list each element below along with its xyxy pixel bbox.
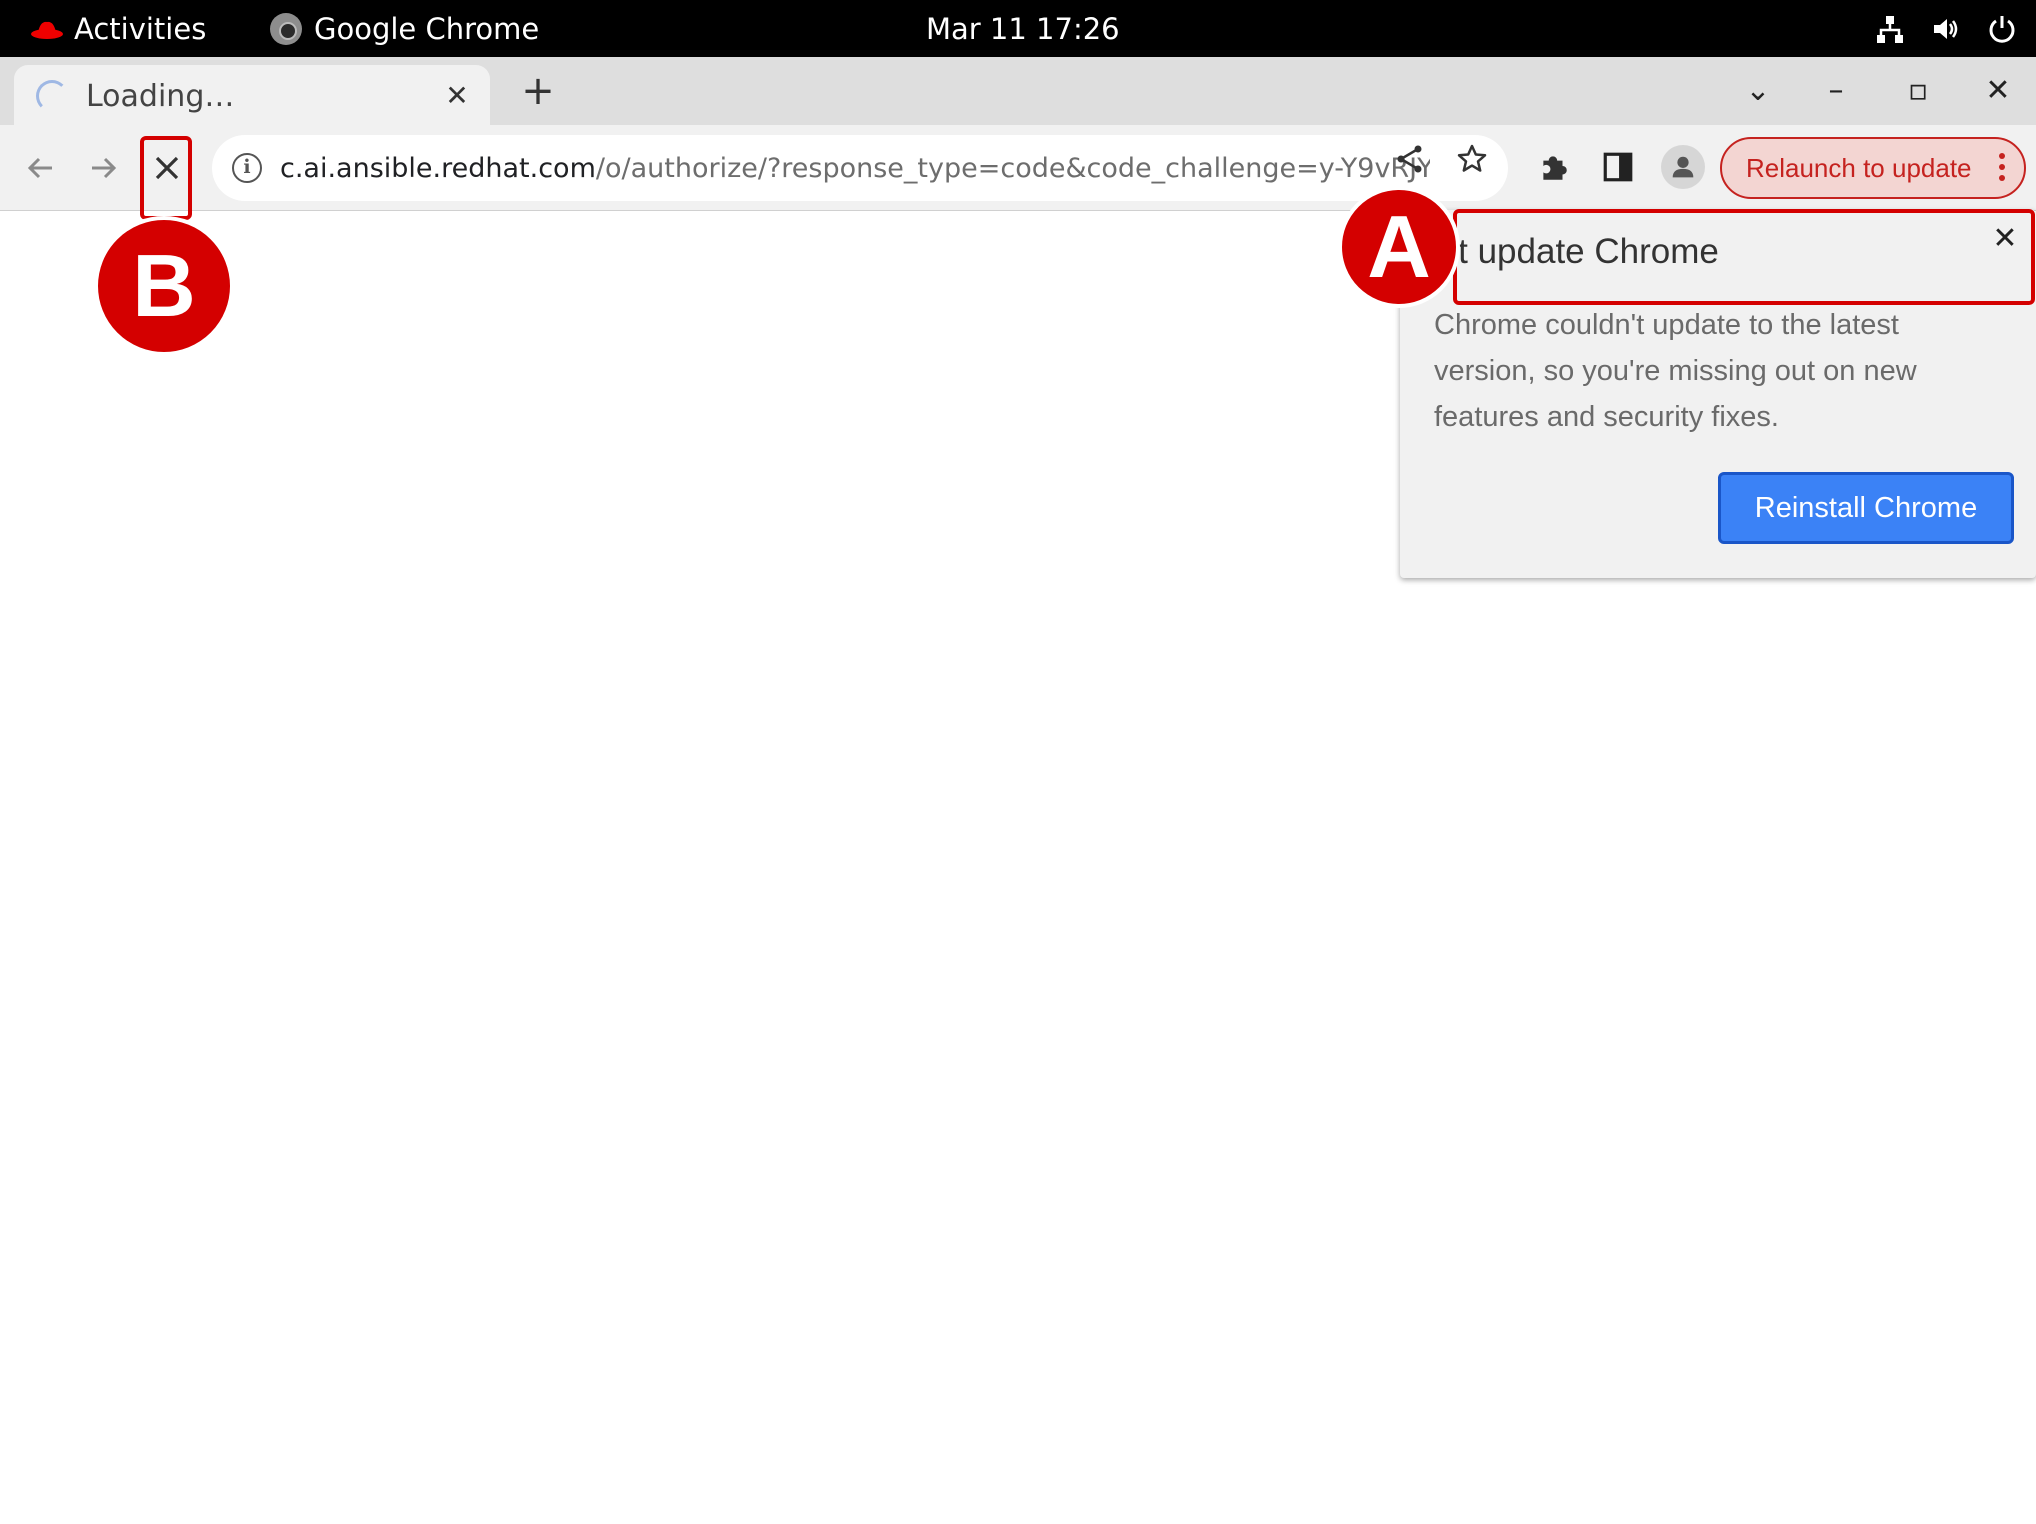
- side-panel-icon: [1603, 152, 1633, 182]
- url-host: c.ai.ansible.redhat.com: [280, 152, 596, 184]
- profile-button[interactable]: [1661, 145, 1705, 189]
- loading-spinner-icon: [36, 80, 68, 112]
- back-button[interactable]: [16, 143, 66, 193]
- star-icon: [1457, 144, 1487, 172]
- share-icon: [1397, 145, 1422, 173]
- browser-toolbar: i c.ai.ansible.redhat.com/o/authorize/?r…: [0, 125, 2036, 211]
- tab-strip: Loading… ✕ + ⌄ – ▫ ✕: [0, 57, 2036, 127]
- person-icon: [1672, 156, 1694, 178]
- tab-search-button[interactable]: ⌄: [1736, 71, 1780, 111]
- side-panel-button[interactable]: [1598, 147, 1638, 187]
- url-path: /o/authorize/?response_type=code&code_ch…: [595, 152, 1430, 184]
- redhat-logo-icon: [31, 21, 63, 39]
- site-info-icon[interactable]: i: [232, 153, 262, 183]
- highlight-box-b: [140, 136, 192, 220]
- power-icon: [1989, 15, 2015, 43]
- relaunch-to-update-button[interactable]: Relaunch to update: [1720, 137, 2026, 199]
- chrome-app-icon: [270, 12, 302, 45]
- url-text: c.ai.ansible.redhat.com/o/authorize/?res…: [280, 153, 1430, 184]
- forward-button[interactable]: [78, 143, 128, 193]
- app-menu-label: Google Chrome: [314, 11, 540, 46]
- window-close-button[interactable]: ✕: [1976, 71, 2020, 111]
- network-icon: [1877, 15, 1903, 43]
- gnome-top-bar: Activities Google Chrome Mar 11 17:26: [0, 0, 2036, 57]
- tab-loading[interactable]: Loading… ✕: [14, 65, 490, 127]
- forward-arrow-icon: [92, 157, 117, 179]
- activities-label: Activities: [74, 11, 207, 46]
- tab-title: Loading…: [86, 78, 235, 114]
- tab-close-icon[interactable]: ✕: [442, 81, 472, 111]
- new-tab-button[interactable]: +: [516, 69, 560, 113]
- relaunch-label: Relaunch to update: [1746, 152, 1972, 183]
- volume-icon: [1934, 18, 1958, 39]
- page-content: [0, 212, 2036, 1524]
- address-bar[interactable]: i c.ai.ansible.redhat.com/o/authorize/?r…: [212, 135, 1508, 201]
- share-button[interactable]: [1390, 139, 1430, 179]
- minimize-button[interactable]: –: [1814, 71, 1858, 111]
- bookmark-button[interactable]: [1452, 139, 1492, 179]
- puzzle-icon: [1543, 156, 1567, 180]
- app-menu[interactable]: Google Chrome: [270, 0, 539, 57]
- activities-button[interactable]: Activities: [30, 0, 206, 57]
- screen: Activities Google Chrome Mar 11 17:26 Lo…: [0, 0, 2036, 1524]
- extensions-button[interactable]: [1534, 147, 1574, 187]
- system-tray[interactable]: [1874, 0, 2018, 57]
- maximize-button[interactable]: ▫: [1896, 71, 1940, 111]
- clock[interactable]: Mar 11 17:26: [926, 0, 1120, 57]
- back-arrow-icon: [27, 157, 52, 179]
- chrome-menu-icon[interactable]: [1998, 153, 2006, 185]
